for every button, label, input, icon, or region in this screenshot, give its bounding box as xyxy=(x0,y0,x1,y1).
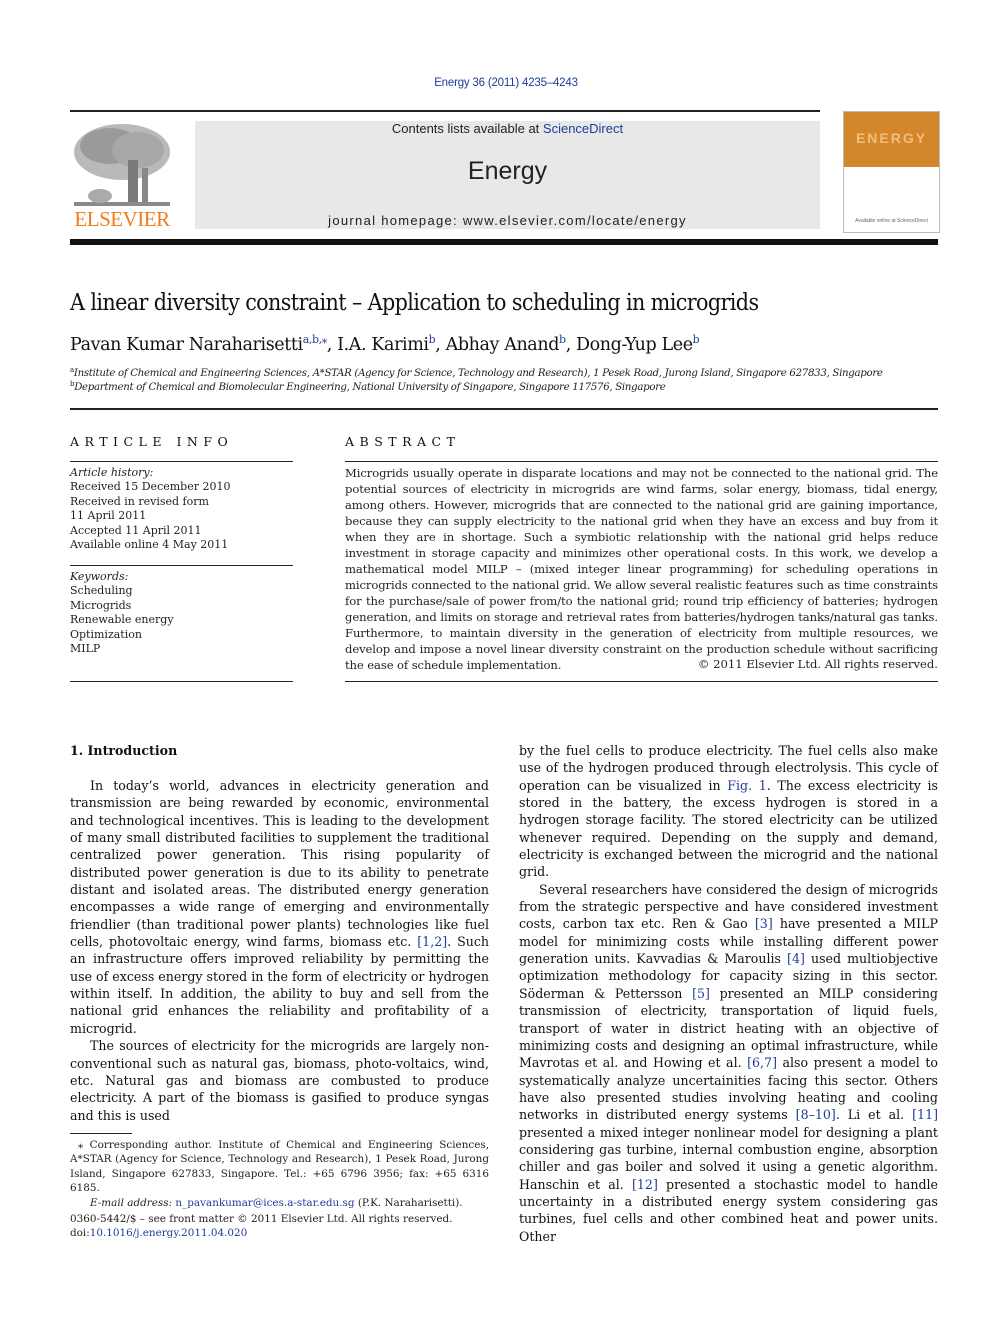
author-name: Pavan Kumar Naraharisetti xyxy=(70,335,303,355)
affiliation-a: aInstitute of Chemical and Engineering S… xyxy=(70,366,883,379)
journal-cover: ENERGY Available online at ScienceDirect xyxy=(843,111,940,233)
keywords-rule xyxy=(70,565,293,566)
journal-name: Energy xyxy=(467,157,548,185)
history-label: Article history: xyxy=(70,466,154,479)
author-name: I.A. Karimi xyxy=(337,335,429,355)
affiliation-text: Institute of Chemical and Engineering Sc… xyxy=(73,368,883,379)
affiliation-text: Department of Chemical and Biomolecular … xyxy=(74,382,666,393)
keyword-item: Scheduling xyxy=(70,584,133,598)
paragraph: In today’s world, advances in electricit… xyxy=(70,777,489,1037)
reference-link[interactable]: [12] xyxy=(632,1177,658,1192)
email-label: E-mail address: xyxy=(90,1196,173,1209)
footnote: ⁎ Corresponding author. Institute of Che… xyxy=(70,1138,489,1210)
paragraph-text: . Li et al. xyxy=(835,1107,913,1123)
corresponding-author-note: ⁎ Corresponding author. Institute of Che… xyxy=(70,1139,489,1195)
journal-homepage[interactable]: journal homepage: www.elsevier.com/locat… xyxy=(195,213,820,228)
paragraph: by the fuel cells to produce electricity… xyxy=(519,742,938,881)
journal-citation[interactable]: Energy 36 (2011) 4235–4243 xyxy=(0,77,992,89)
reference-link[interactable]: [11] xyxy=(912,1107,938,1122)
keyword-item: Microgrids xyxy=(70,598,132,612)
author-separator: , xyxy=(326,335,338,355)
cover-caption: Available online at ScienceDirect xyxy=(855,218,928,224)
elsevier-tree-icon xyxy=(74,124,170,206)
reference-link[interactable]: [3] xyxy=(755,916,773,931)
reference-link[interactable]: [5] xyxy=(692,986,710,1001)
article-info-rule xyxy=(70,461,293,462)
body-left-column: In today’s world, advances in electricit… xyxy=(70,777,489,1124)
author-list: Pavan Kumar Naraharisettia,b,⁎, I.A. Kar… xyxy=(70,333,700,355)
affiliation-b: bDepartment of Chemical and Biomolecular… xyxy=(70,380,666,393)
header-thick-rule xyxy=(70,239,938,245)
cover-title: ENERGY xyxy=(855,130,928,146)
article-info-bottom-rule xyxy=(70,681,293,682)
author-separator: , xyxy=(565,335,577,355)
contents-line: Contents lists available at ScienceDirec… xyxy=(195,121,820,136)
author-name: Abhay Anand xyxy=(445,335,560,355)
paragraph: Several researchers have considered the … xyxy=(519,881,938,1245)
email-owner: (P.K. Naraharisetti). xyxy=(354,1196,463,1209)
keyword-item: Optimization xyxy=(70,627,142,641)
contents-prefix: Contents lists available at xyxy=(391,121,543,136)
email-link[interactable]: n_pavankumar@ices.a-star.edu.sg xyxy=(175,1197,354,1209)
paragraph: The sources of electricity for the micro… xyxy=(70,1038,489,1123)
article-history: Article history: Received 15 December 20… xyxy=(70,466,293,552)
article-info-heading: ARTICLE INFO xyxy=(70,434,234,449)
history-item: 11 April 2011 xyxy=(70,509,147,523)
journal-banner: Contents lists available at ScienceDirec… xyxy=(195,121,820,229)
author-affiliation-mark[interactable]: b xyxy=(693,333,700,346)
email-line: E-mail address: n_pavankumar@ices.a-star… xyxy=(70,1196,489,1210)
abstract-rule xyxy=(345,461,938,462)
keywords-label: Keywords: xyxy=(70,570,129,583)
affiliation-rule xyxy=(70,408,938,410)
keywords: Keywords: Scheduling Microgrids Renewabl… xyxy=(70,570,293,656)
history-item: Accepted 11 April 2011 xyxy=(70,523,202,537)
figure-link[interactable]: Fig. 1 xyxy=(727,778,766,793)
publisher-name: ELSEVIER xyxy=(74,207,170,231)
doi-label: doi: xyxy=(70,1227,90,1240)
reference-link[interactable]: [6,7] xyxy=(747,1055,777,1070)
paragraph-text: . Such an infrastructure offers improved… xyxy=(70,934,489,1036)
author-separator: , xyxy=(435,335,446,355)
history-item: Received in revised form xyxy=(70,494,209,508)
abstract-bottom-rule xyxy=(345,681,938,682)
history-item: Received 15 December 2010 xyxy=(70,480,231,494)
reference-link[interactable]: [1,2] xyxy=(417,934,447,949)
author-affiliation-mark[interactable]: b xyxy=(559,333,566,346)
author-name: Dong-Yup Lee xyxy=(576,335,693,355)
section-heading-introduction: 1. Introduction xyxy=(70,743,178,758)
abstract-heading: ABSTRACT xyxy=(345,434,461,449)
abstract-text: Microgrids usually operate in disparate … xyxy=(345,466,938,672)
front-matter: 0360-5442/$ – see front matter © 2011 El… xyxy=(70,1212,500,1241)
author-affiliation-mark[interactable]: a,b,⁎ xyxy=(303,333,327,346)
doi-line: doi:10.1016/j.energy.2011.04.020 xyxy=(70,1226,500,1240)
doi-link[interactable]: 10.1016/j.energy.2011.04.020 xyxy=(90,1227,248,1239)
sciencedirect-link[interactable]: ScienceDirect xyxy=(543,121,623,136)
paragraph-text: In today’s world, advances in electricit… xyxy=(70,778,489,950)
issn-line: 0360-5442/$ – see front matter © 2011 El… xyxy=(70,1213,453,1225)
elsevier-logo: ELSEVIER xyxy=(70,120,174,232)
reference-link[interactable]: [8–10] xyxy=(796,1107,836,1122)
article-title: A linear diversity constraint – Applicat… xyxy=(70,290,759,316)
reference-link[interactable]: [4] xyxy=(787,951,805,966)
history-item: Available online 4 May 2011 xyxy=(70,538,229,552)
header-rule xyxy=(70,110,820,112)
footnote-rule xyxy=(70,1133,132,1134)
keyword-item: MILP xyxy=(70,642,101,656)
abstract-copyright: © 2011 Elsevier Ltd. All rights reserved… xyxy=(697,657,938,671)
keyword-item: Renewable energy xyxy=(70,613,174,627)
body-right-column: by the fuel cells to produce electricity… xyxy=(519,742,938,1245)
